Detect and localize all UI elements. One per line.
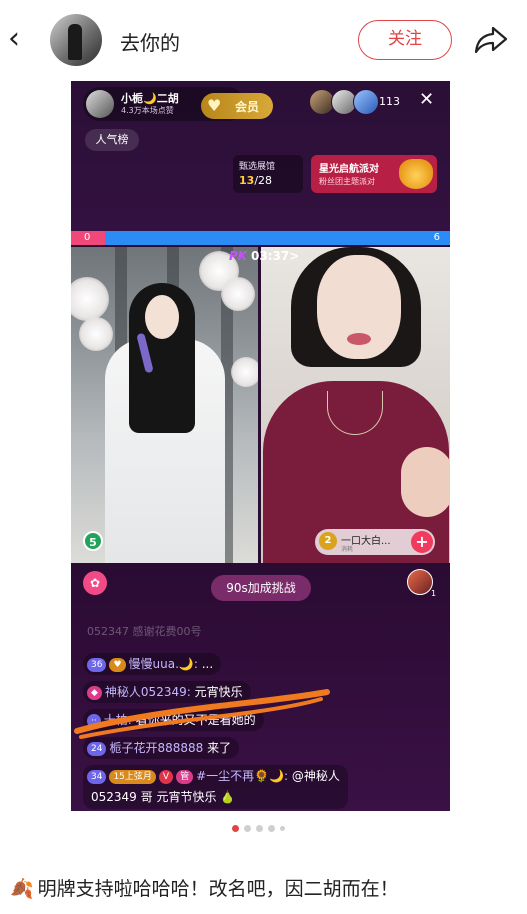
back-icon[interactable]: ‹	[8, 22, 32, 56]
pk-timer[interactable]: 03:37>	[251, 249, 299, 263]
rank-button[interactable]: 人气榜	[85, 129, 139, 151]
pk-left-score: 0	[84, 232, 91, 243]
host-likes: 4.3万本场点赞	[121, 106, 174, 115]
top-bar: ‹ 去你的 关注	[0, 0, 527, 80]
comment-text: ...	[197, 657, 214, 671]
chat-comment[interactable]: 36 ♥ 慢慢uua.🌙: ...	[83, 653, 222, 675]
right-stream-video[interactable]: 2 一口大白... 消耗 +	[261, 247, 450, 563]
close-icon[interactable]: ✕	[419, 89, 434, 110]
viewer-avatar	[353, 89, 379, 115]
mystery-badge: ◆	[87, 686, 102, 700]
streamer-hand	[401, 447, 450, 517]
blossom-decoration	[71, 277, 109, 321]
comment-username: 栀子花开888888	[109, 741, 204, 755]
v-badge: V	[158, 770, 174, 784]
page-dot[interactable]	[256, 825, 263, 832]
faded-comment: 052347 感谢花费00号	[87, 625, 202, 638]
comment-text: @神秘人	[288, 769, 340, 783]
level-badge: 24	[87, 742, 107, 756]
page-dot[interactable]	[280, 826, 285, 831]
pk-logo: PK	[229, 249, 248, 263]
blossom-decoration	[231, 357, 258, 387]
live-header: 小栀🌙二胡 4.3万本场点赞 ♥ 会员 113 ✕ 人气榜 甄选展馆 13/28…	[71, 81, 450, 231]
heart-icon: ♥	[207, 96, 222, 115]
leaf-icon: 🍂	[10, 878, 34, 900]
host-name: 小栀🌙二胡	[121, 92, 179, 105]
post-caption: 🍂 明牌支持啦哈哈哈！改名吧，因二胡而在！	[10, 874, 399, 901]
comment-text: 来了	[203, 741, 232, 755]
viewer-avatars[interactable]	[309, 89, 379, 117]
blossom-decoration	[79, 317, 113, 351]
blossom-decoration	[221, 277, 255, 311]
fan-badge: 15上弦月	[109, 770, 156, 784]
star-event-title: 星光启航派对	[319, 164, 379, 175]
pagination-dots	[230, 825, 290, 835]
challenge-button[interactable]: 90s加成挑战	[211, 575, 311, 601]
star-event-subtitle: 粉丝团主题派对	[319, 177, 375, 186]
comment-username: #一尘不再🌻🌙:	[196, 769, 289, 783]
username[interactable]: 去你的	[120, 27, 180, 56]
gift-icon	[399, 159, 433, 189]
share-icon[interactable]	[473, 22, 509, 56]
chat-comment[interactable]: 24 栀子花开888888 来了	[83, 737, 240, 759]
gift-pill[interactable]: 2 一口大白... 消耗 +	[315, 529, 435, 555]
star-event-banner[interactable]: 星光启航派对 粉丝团主题派对	[311, 155, 437, 193]
selection-box[interactable]: 甄选展馆 13/28	[233, 155, 303, 193]
add-button[interactable]: +	[411, 531, 433, 553]
left-stream-video[interactable]: 5	[71, 247, 258, 563]
vip-button[interactable]: ♥ 会员	[201, 93, 273, 119]
pk-progress-bar: 0 6	[71, 231, 450, 245]
caption-text: 明牌支持啦哈哈哈！改名吧，因二胡而在！	[37, 878, 399, 900]
admin-badge: 管	[176, 770, 194, 784]
host-avatar	[86, 90, 114, 118]
gift-sub: 消耗	[341, 546, 354, 553]
streamer-lips	[347, 333, 371, 345]
opponent-rank: 1	[431, 589, 437, 598]
chat-comment[interactable]: ◆ 神秘人052349: 元宵快乐	[83, 681, 251, 703]
pk-right-score: 6	[433, 232, 440, 243]
comment-username: 十柏:	[103, 713, 132, 727]
gift-box-icon[interactable]: ✿	[83, 571, 107, 595]
gift-count-badge: 2	[319, 532, 337, 550]
opponent-avatar[interactable]	[407, 569, 433, 595]
page-dot[interactable]	[268, 825, 275, 832]
left-score-badge: 5	[83, 531, 103, 551]
page-dot[interactable]	[232, 825, 239, 832]
follow-button[interactable]: 关注	[358, 20, 452, 60]
comment-text: 元宵快乐	[190, 685, 243, 699]
level-badge: 34	[87, 770, 107, 784]
selection-title: 甄选展馆	[239, 162, 276, 172]
fan-badge: ♥	[109, 658, 126, 672]
chat-area: ✿ 90s加成挑战 1 052347 感谢花费00号 36 ♥ 慢慢uua.🌙: .…	[71, 563, 450, 811]
chat-comment[interactable]: ·· 十柏: 看你来的又不是看她的	[83, 709, 264, 731]
comment-text: 看你来的又不是看她的	[131, 713, 256, 727]
post-image[interactable]: 小栀🌙二胡 4.3万本场点赞 ♥ 会员 113 ✕ 人气榜 甄选展馆 13/28…	[71, 81, 450, 811]
comment-username: 神秘人052349:	[104, 685, 191, 699]
page-dot[interactable]	[244, 825, 251, 832]
host-card[interactable]: 小栀🌙二胡 4.3万本场点赞 ♥ 会员	[83, 87, 273, 121]
singer-face	[145, 295, 179, 339]
level-badge: 36	[87, 658, 107, 672]
avatar[interactable]	[50, 14, 102, 66]
level-badge: ··	[87, 714, 101, 728]
selection-count: 13/28	[239, 174, 273, 187]
comment-text-continued: 052349 哥 元宵节快乐 🍐	[91, 790, 236, 804]
vip-label: 会员	[235, 100, 260, 114]
chat-comment[interactable]: 34 15上弦月 V 管 #一尘不再🌻🌙: @神秘人 052349 哥 元宵节快乐 🍐	[83, 765, 348, 809]
viewer-count: 113	[379, 95, 400, 108]
comment-username: 慢慢uua.🌙:	[128, 657, 198, 671]
